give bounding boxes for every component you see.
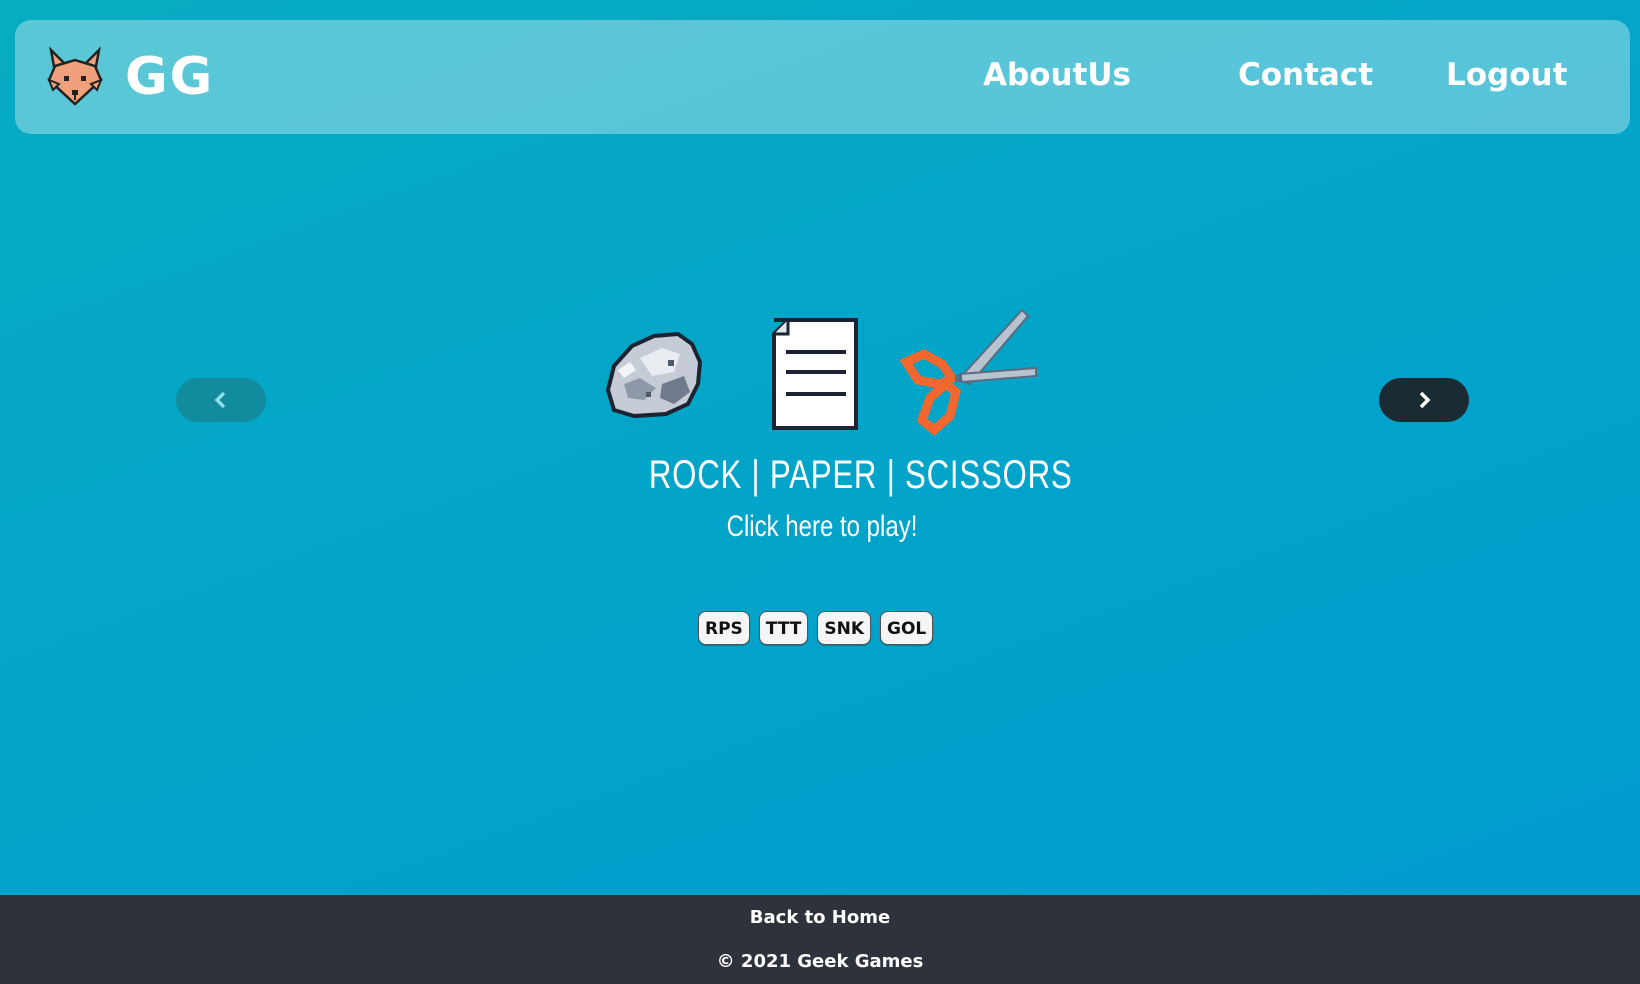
carousel-prev-button[interactable]: [176, 378, 266, 422]
carousel-next-button[interactable]: [1379, 378, 1469, 422]
chevron-left-icon: [214, 391, 226, 409]
rock-icon: [605, 331, 703, 419]
game-pill-rps[interactable]: RPS: [698, 611, 750, 645]
slide-play-link[interactable]: Click here to play!: [644, 510, 999, 544]
brand-name: GG: [125, 47, 215, 107]
footer: Back to Home © 2021 Geek Games: [0, 895, 1640, 984]
game-selector: RPS TTT SNK GOL: [698, 611, 942, 647]
navbar: GG AboutUs Contact Logout: [15, 20, 1630, 134]
slide-illustration: [605, 308, 1037, 436]
brand-home-link[interactable]: GG: [45, 40, 214, 114]
game-pill-gol[interactable]: GOL: [880, 611, 934, 645]
copyright-text: © 2021 Geek Games: [716, 951, 924, 972]
footer-home-row: Back to Home: [0, 907, 1640, 928]
fox-head-icon: [47, 46, 103, 106]
slide-title: ROCK | PAPER | SCISSORS: [648, 453, 1073, 497]
game-pill-snk[interactable]: SNK: [817, 611, 872, 645]
nav-link-logout[interactable]: Logout: [1446, 50, 1567, 100]
scissors-icon: [899, 308, 1037, 436]
game-pill-ttt[interactable]: TTT: [758, 611, 809, 645]
paper-icon: [772, 318, 858, 430]
chevron-right-icon: [1419, 391, 1431, 409]
nav-link-contact[interactable]: Contact: [1238, 50, 1373, 100]
nav-link-about-us[interactable]: AboutUs: [983, 50, 1131, 100]
back-to-home-link[interactable]: Back to Home: [750, 907, 890, 928]
carousel-slide-rps[interactable]: ROCK | PAPER | SCISSORS Click here to pl…: [600, 300, 1073, 560]
